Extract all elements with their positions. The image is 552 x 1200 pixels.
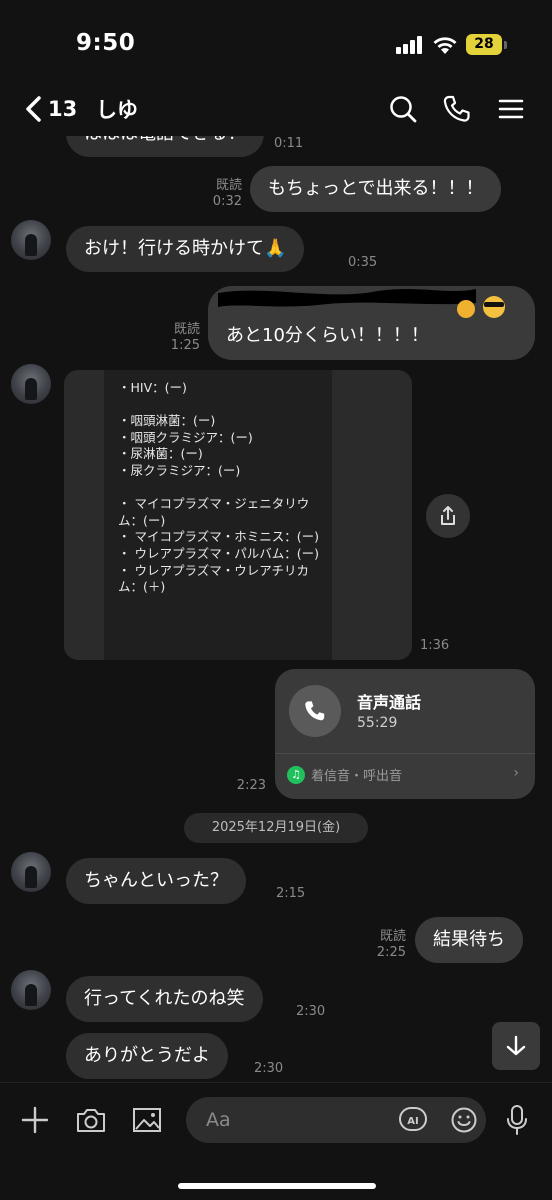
chevron-left-icon xyxy=(26,96,41,122)
image-icon xyxy=(133,1108,161,1132)
message-input[interactable] xyxy=(206,1097,386,1143)
music-icon: ♫ xyxy=(287,765,305,784)
svg-text:AI: AI xyxy=(407,1116,418,1127)
arrow-down-icon xyxy=(506,1035,526,1056)
message-time: 2:30 xyxy=(254,1061,284,1076)
emoji-icon[interactable] xyxy=(450,1106,478,1134)
avatar[interactable] xyxy=(11,852,51,892)
chevron-right-icon: › xyxy=(513,765,519,781)
message-bubble[interactable]: ははは電話できる！ xyxy=(66,136,264,157)
avatar[interactable] xyxy=(11,364,51,404)
mic-button[interactable] xyxy=(500,1103,534,1137)
message-bubble[interactable]: ありがとうだよ xyxy=(66,1033,228,1079)
signal-icon xyxy=(396,36,424,54)
camera-icon xyxy=(77,1109,105,1132)
message-bubble[interactable]: 行ってくれたのね笑 xyxy=(66,976,263,1022)
message-meta: 既読 1:25 xyxy=(162,322,200,354)
menu-icon[interactable] xyxy=(496,94,526,124)
status-time: 9:50 xyxy=(76,30,136,56)
battery-indicator: 28 xyxy=(466,34,502,55)
message-input-container[interactable]: AI xyxy=(186,1097,486,1143)
message-bubble[interactable]: もちょっとで出来る！！！ xyxy=(250,166,502,212)
call-duration: 55:29 xyxy=(357,715,398,731)
read-receipt: 既読 xyxy=(379,929,406,944)
avatar[interactable] xyxy=(11,970,51,1010)
camera-button[interactable] xyxy=(74,1103,108,1137)
mic-icon xyxy=(507,1105,527,1135)
date-separator: 2025年12月19日(金) xyxy=(184,813,368,843)
message-meta: 既読 0:32 xyxy=(204,178,242,210)
message-time: 2:15 xyxy=(276,886,306,901)
chat-header: 13 しゆ xyxy=(0,82,552,136)
message-bubble[interactable]: 結果待ち xyxy=(415,917,523,963)
composer-bar: AI xyxy=(0,1082,552,1200)
ringtone-link[interactable]: ♫ 着信音・呼出音 xyxy=(287,765,402,784)
unread-count: 13 xyxy=(48,97,78,121)
message-time: 1:25 xyxy=(170,338,200,353)
share-icon xyxy=(441,506,455,525)
message-bubble[interactable]: ちゃんといった？ xyxy=(66,858,246,904)
image-button[interactable] xyxy=(130,1103,164,1137)
message-bubble[interactable]: おけ！行ける時かけて🙏 xyxy=(66,226,305,272)
message-time: 2:23 xyxy=(236,778,266,793)
divider xyxy=(275,753,535,754)
plus-button[interactable] xyxy=(18,1103,52,1137)
document-text: ・HIV：(ー) ・咽頭淋菌：(ー) ・咽頭クラミジア：(ー) ・尿淋菌：(ー)… xyxy=(104,370,332,660)
search-icon[interactable] xyxy=(388,94,418,124)
avatar[interactable] xyxy=(11,220,51,260)
back-button[interactable]: 13 xyxy=(24,94,84,124)
ringtone-label: 着信音・呼出音 xyxy=(311,769,403,784)
message-meta: 既読 2:25 xyxy=(370,929,406,961)
plus-icon xyxy=(21,1106,49,1134)
message-list[interactable]: ははは電話できる！ 0:11 既読 0:32 もちょっとで出来る！！！ おけ！行… xyxy=(0,136,552,1082)
read-receipt: 既読 xyxy=(173,322,200,337)
scroll-down-button[interactable] xyxy=(492,1022,540,1070)
phone-icon xyxy=(305,701,325,721)
message-time: 2:30 xyxy=(296,1004,326,1019)
chat-title: しゆ xyxy=(96,98,138,122)
message-time: 0:32 xyxy=(212,194,242,209)
redaction-scribble xyxy=(218,289,505,318)
call-icon-circle xyxy=(289,685,341,737)
phone-icon[interactable] xyxy=(442,94,472,124)
message-time: 0:11 xyxy=(274,136,304,151)
message-time: 2:25 xyxy=(376,945,406,960)
share-button[interactable] xyxy=(426,494,470,538)
message-time: 1:36 xyxy=(420,638,450,653)
wifi-icon xyxy=(433,37,457,54)
document-card[interactable]: ・HIV：(ー) ・咽頭淋菌：(ー) ・咽頭クラミジア：(ー) ・尿淋菌：(ー)… xyxy=(64,370,412,660)
call-title: 音声通話 xyxy=(357,693,422,712)
status-bar: 9:50 28 xyxy=(0,0,552,88)
read-receipt: 既読 xyxy=(215,178,242,193)
ai-icon[interactable]: AI xyxy=(398,1106,428,1134)
call-card[interactable]: 音声通話 55:29 ♫ 着信音・呼出音 › xyxy=(275,669,535,799)
message-time: 0:35 xyxy=(348,255,378,270)
home-indicator xyxy=(178,1183,376,1189)
battery-tip xyxy=(504,41,507,49)
